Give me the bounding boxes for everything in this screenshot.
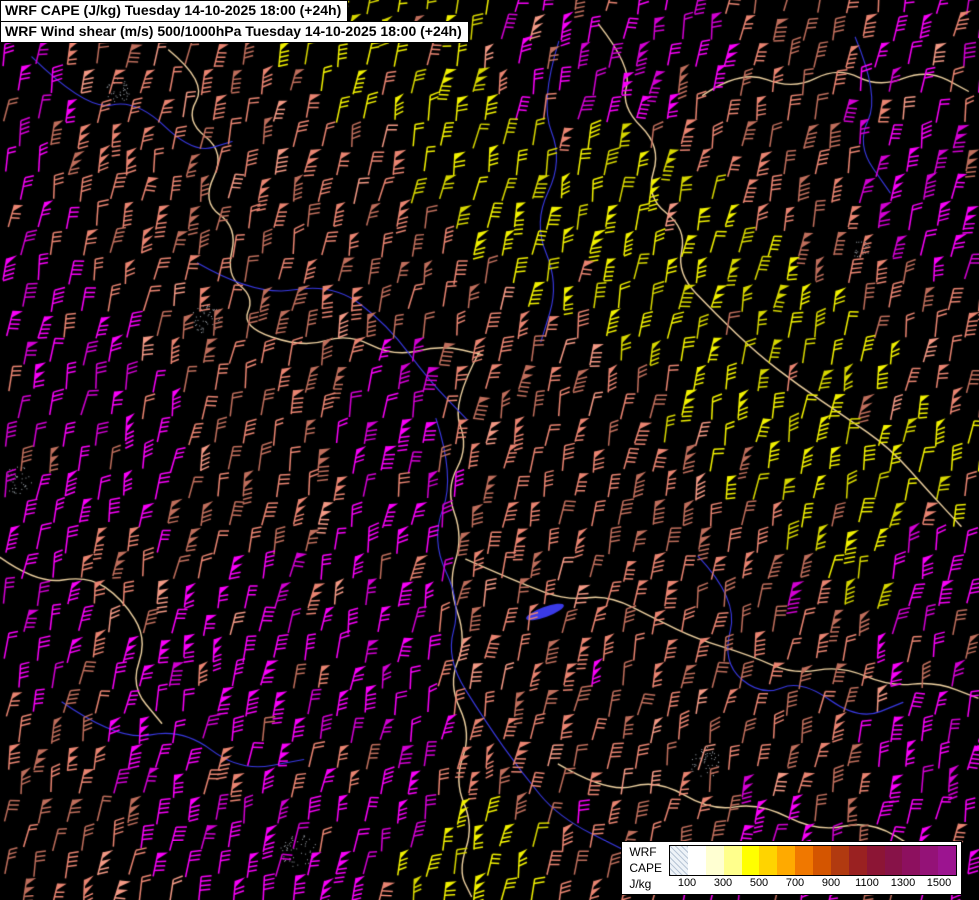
legend-cell	[795, 846, 813, 875]
map-titles: WRF CAPE (J/kg) Tuesday 14-10-2025 18:00…	[0, 0, 469, 43]
weather-map-canvas	[0, 0, 979, 900]
legend-cell	[777, 846, 796, 875]
legend-colorbar	[669, 845, 957, 876]
legend-labels: WRF CAPE J/kg	[626, 845, 669, 892]
legend-tick-label: 1300	[890, 877, 916, 889]
legend-cell	[813, 846, 831, 875]
legend-cell	[866, 846, 885, 875]
legend-cell	[705, 846, 724, 875]
cape-legend: WRF CAPE J/kg 100 300 500 700 900 1100 1300 150…	[621, 841, 962, 895]
map-title-windshear: WRF Wind shear (m/s) 500/1000hPa Tuesday…	[0, 21, 469, 43]
legend-cell	[902, 846, 921, 875]
map-stage: WRF CAPE (J/kg) Tuesday 14-10-2025 18:00…	[0, 0, 979, 900]
legend-model-label: WRF	[629, 845, 657, 859]
legend-tick-label: 1500	[926, 877, 952, 889]
legend-tick-labels: 100 300 500 700 900 1100 1300 1500	[669, 876, 957, 892]
legend-cell	[759, 846, 778, 875]
legend-tick-label: 300	[713, 877, 733, 889]
legend-tick-label: 1100	[855, 877, 879, 889]
legend-cell	[848, 846, 867, 875]
legend-cell	[670, 846, 688, 875]
legend-cell	[938, 846, 956, 875]
legend-cell	[741, 846, 760, 875]
legend-tick-label: 900	[821, 877, 841, 889]
map-title-cape: WRF CAPE (J/kg) Tuesday 14-10-2025 18:00…	[0, 0, 349, 22]
weather-map-page: { "titles": { "line1": "WRF CAPE (J/kg) …	[0, 0, 979, 900]
legend-cell	[830, 846, 849, 875]
legend-cell	[884, 846, 903, 875]
legend-cell	[723, 846, 742, 875]
legend-param-label: CAPE	[629, 861, 662, 875]
legend-cell	[920, 846, 939, 875]
legend-tick-label: 100	[677, 877, 697, 889]
legend-cell	[687, 846, 706, 875]
legend-tick-label: 700	[785, 877, 805, 889]
legend-unit-label: J/kg	[629, 877, 652, 891]
legend-tick-label: 500	[749, 877, 769, 889]
legend-scale: 100 300 500 700 900 1100 1300 1500	[669, 845, 957, 892]
